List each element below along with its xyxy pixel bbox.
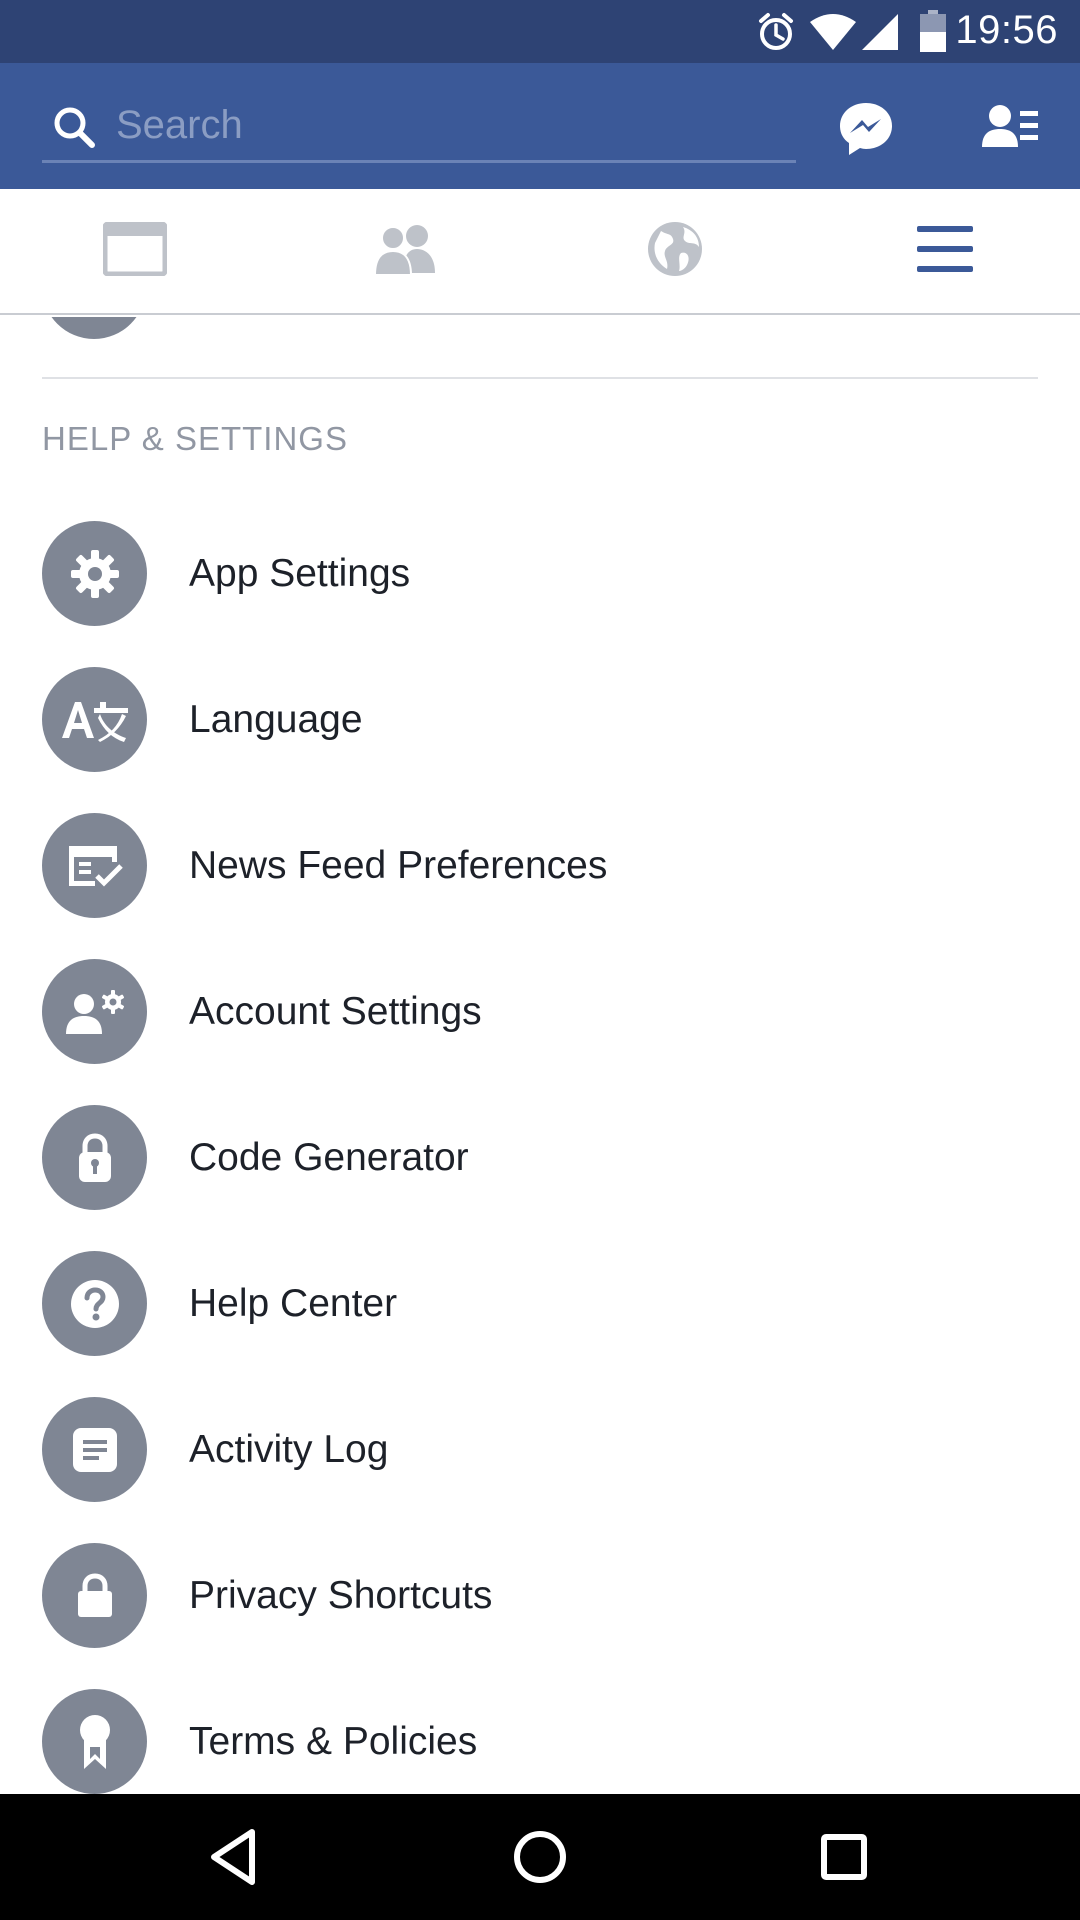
tab-menu[interactable] <box>810 189 1080 313</box>
alarm-icon <box>756 12 796 57</box>
activity-log-icon <box>42 1397 147 1502</box>
menu-item-activity-log[interactable]: Activity Log <box>0 1377 1080 1523</box>
system-nav-bar <box>0 1794 1080 1920</box>
screen: 19:56 Search HELP & SETTINGS App Setting… <box>0 0 1080 1920</box>
search-bar[interactable] <box>42 91 796 163</box>
code-generator-icon <box>42 1105 147 1210</box>
globe-icon <box>647 221 703 282</box>
clock-time: 19:56 <box>955 8 1058 52</box>
back-icon[interactable] <box>202 1824 268 1890</box>
menu-item-app-settings[interactable]: App Settings <box>0 501 1080 647</box>
menu-item-terms-policies[interactable]: Terms & Policies <box>0 1669 1080 1794</box>
messenger-icon[interactable] <box>836 99 896 159</box>
menu-item-label: Language <box>189 698 363 741</box>
ribbon-icon <box>42 1689 147 1794</box>
section-divider <box>42 377 1038 379</box>
menu-item-news-feed-preferences[interactable]: News Feed Preferences <box>0 793 1080 939</box>
gear-icon <box>42 521 147 626</box>
tab-notifications[interactable] <box>540 189 810 313</box>
menu-item-account-settings[interactable]: Account Settings <box>0 939 1080 1085</box>
section-title: HELP & SETTINGS <box>42 420 348 457</box>
battery-icon <box>920 10 946 57</box>
menu-item-code-generator[interactable]: Code Generator <box>0 1085 1080 1231</box>
partial-menu-icon <box>42 317 146 339</box>
menu-item-label: Privacy Shortcuts <box>189 1574 493 1617</box>
account-settings-icon <box>42 959 147 1064</box>
lock-icon <box>42 1543 147 1648</box>
search-input[interactable] <box>116 97 776 153</box>
menu-content: HELP & SETTINGS App Settings Language Ne… <box>0 317 1080 1794</box>
search-icon <box>52 105 96 154</box>
menu-item-help-center[interactable]: Help Center <box>0 1231 1080 1377</box>
menu-item-label: Terms & Policies <box>189 1720 478 1763</box>
recents-icon[interactable] <box>811 1824 877 1890</box>
menu-icon <box>917 225 973 277</box>
news-feed-preferences-icon <box>42 813 147 918</box>
friend-requests-icon[interactable] <box>980 99 1040 159</box>
menu-item-label: Code Generator <box>189 1136 469 1179</box>
language-icon <box>42 667 147 772</box>
tab-news-feed[interactable] <box>0 189 270 313</box>
menu-item-privacy-shortcuts[interactable]: Privacy Shortcuts <box>0 1523 1080 1669</box>
menu-item-label: Help Center <box>189 1282 398 1325</box>
menu-item-label: Account Settings <box>189 990 482 1033</box>
menu-item-label: News Feed Preferences <box>189 844 608 887</box>
menu-item-language[interactable]: Language <box>0 647 1080 793</box>
tab-bar <box>0 189 1080 315</box>
menu-item-label: App Settings <box>189 552 411 595</box>
signal-icon <box>862 14 898 55</box>
menu-item-label: Activity Log <box>189 1428 389 1471</box>
tab-friends[interactable] <box>270 189 540 313</box>
home-icon[interactable] <box>507 1824 573 1890</box>
question-icon <box>42 1251 147 1356</box>
top-header <box>0 63 1080 189</box>
wifi-icon <box>810 14 856 55</box>
status-bar: 19:56 <box>0 0 1080 63</box>
friends-icon <box>373 223 437 280</box>
news-feed-icon <box>102 221 168 281</box>
help-settings-list: App Settings Language News Feed Preferen… <box>0 501 1080 1794</box>
